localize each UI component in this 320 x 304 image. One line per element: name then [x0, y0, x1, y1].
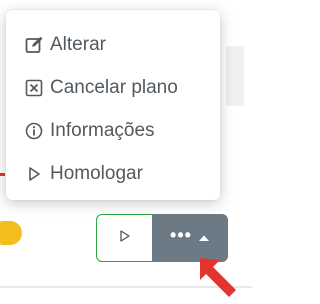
menu-item-label: Informações [50, 120, 155, 141]
play-icon [118, 229, 132, 248]
close-box-icon [24, 78, 44, 98]
menu-item-homologar[interactable]: Homologar [24, 159, 143, 189]
actions-dropdown-menu: Alterar Cancelar plano Informações Homol… [6, 10, 220, 200]
edit-icon [24, 35, 44, 55]
menu-item-label: Alterar [50, 34, 106, 55]
more-actions-button[interactable]: ••• [152, 214, 228, 262]
status-badge [0, 221, 22, 245]
menu-item-label: Cancelar plano [50, 77, 178, 98]
menu-item-cancelar-plano[interactable]: Cancelar plano [24, 73, 178, 103]
background-marker [0, 173, 5, 176]
menu-item-alterar[interactable]: Alterar [24, 30, 106, 60]
menu-item-informacoes[interactable]: Informações [24, 116, 155, 146]
more-icon: ••• [170, 224, 192, 245]
play-icon [24, 164, 44, 184]
row-action-buttons: ••• [96, 214, 228, 262]
homologar-button[interactable] [96, 214, 152, 262]
caret-up-icon [198, 229, 210, 247]
info-icon [24, 121, 44, 141]
menu-item-label: Homologar [50, 163, 143, 184]
background-panel [226, 46, 244, 106]
cursor-arrow-icon [200, 258, 236, 297]
